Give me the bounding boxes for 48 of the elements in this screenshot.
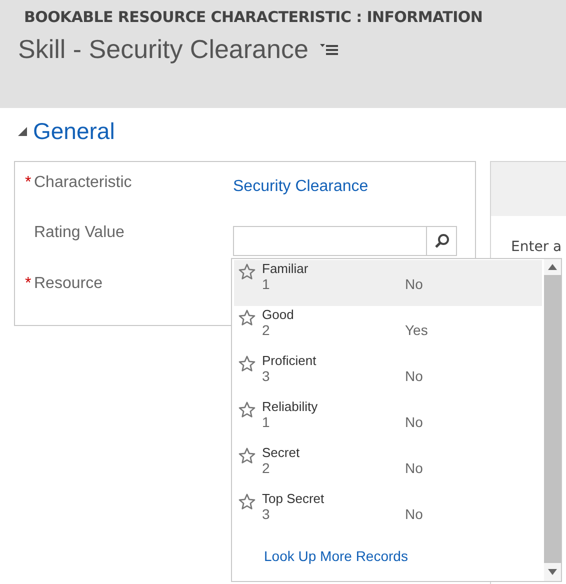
option-name: Familiar (262, 261, 310, 276)
section-title[interactable]: General (33, 118, 115, 144)
search-icon (434, 233, 450, 250)
required-mark: * (25, 274, 32, 294)
option-value: 2 (262, 460, 271, 476)
lookup-option[interactable]: Familiar 1 No (234, 260, 542, 306)
option-name: Good (262, 307, 295, 322)
lookup-option[interactable]: Reliability 1 No (234, 398, 542, 444)
star-icon (238, 309, 256, 327)
option-value: 3 (262, 506, 271, 522)
star-icon (238, 263, 256, 281)
collapse-caret-icon[interactable] (18, 126, 27, 136)
field-label: Rating Value (34, 224, 124, 244)
lookup-option[interactable]: Top Secret 3 No (234, 490, 542, 536)
option-value: 2 (262, 322, 271, 338)
field-label: Characteristic (34, 174, 132, 193)
lookup-option[interactable]: Good 2 Yes (234, 306, 542, 352)
lookup-option[interactable]: Secret 2 No (234, 444, 542, 490)
field-label: Resource (34, 274, 102, 294)
menu-icon[interactable] (320, 42, 340, 56)
star-icon (238, 493, 256, 511)
option-default: No (405, 414, 423, 430)
option-default: No (405, 368, 423, 384)
record-title: Skill - Security Clearance (18, 34, 308, 65)
field-link[interactable]: Security Clearance (233, 178, 368, 224)
scrollbar[interactable] (544, 259, 561, 581)
star-icon (238, 447, 256, 465)
option-name: Proficient (262, 353, 318, 368)
lookup-field[interactable] (233, 226, 457, 256)
option-name: Top Secret (262, 491, 326, 506)
option-name: Reliability (262, 399, 319, 414)
option-default: No (405, 276, 423, 292)
hint-text: Enter a (511, 239, 563, 255)
option-default: Yes (405, 322, 428, 338)
entity-label: BOOKABLE RESOURCE CHARACTERISTIC : INFORMATION (24, 8, 484, 26)
option-value: 3 (262, 368, 271, 384)
lookup-option[interactable]: Proficient 3 No (234, 352, 542, 398)
option-default: No (405, 506, 423, 522)
required-mark: * (25, 174, 32, 193)
option-default: No (405, 460, 423, 476)
star-icon (238, 401, 256, 419)
look-up-more-link[interactable]: Look Up More Records (264, 548, 408, 564)
option-name: Secret (262, 445, 301, 460)
scroll-down-icon[interactable] (548, 569, 557, 575)
star-icon (238, 355, 256, 373)
option-value: 1 (262, 276, 271, 292)
option-value: 1 (262, 414, 271, 430)
scroll-up-icon[interactable] (548, 264, 557, 270)
